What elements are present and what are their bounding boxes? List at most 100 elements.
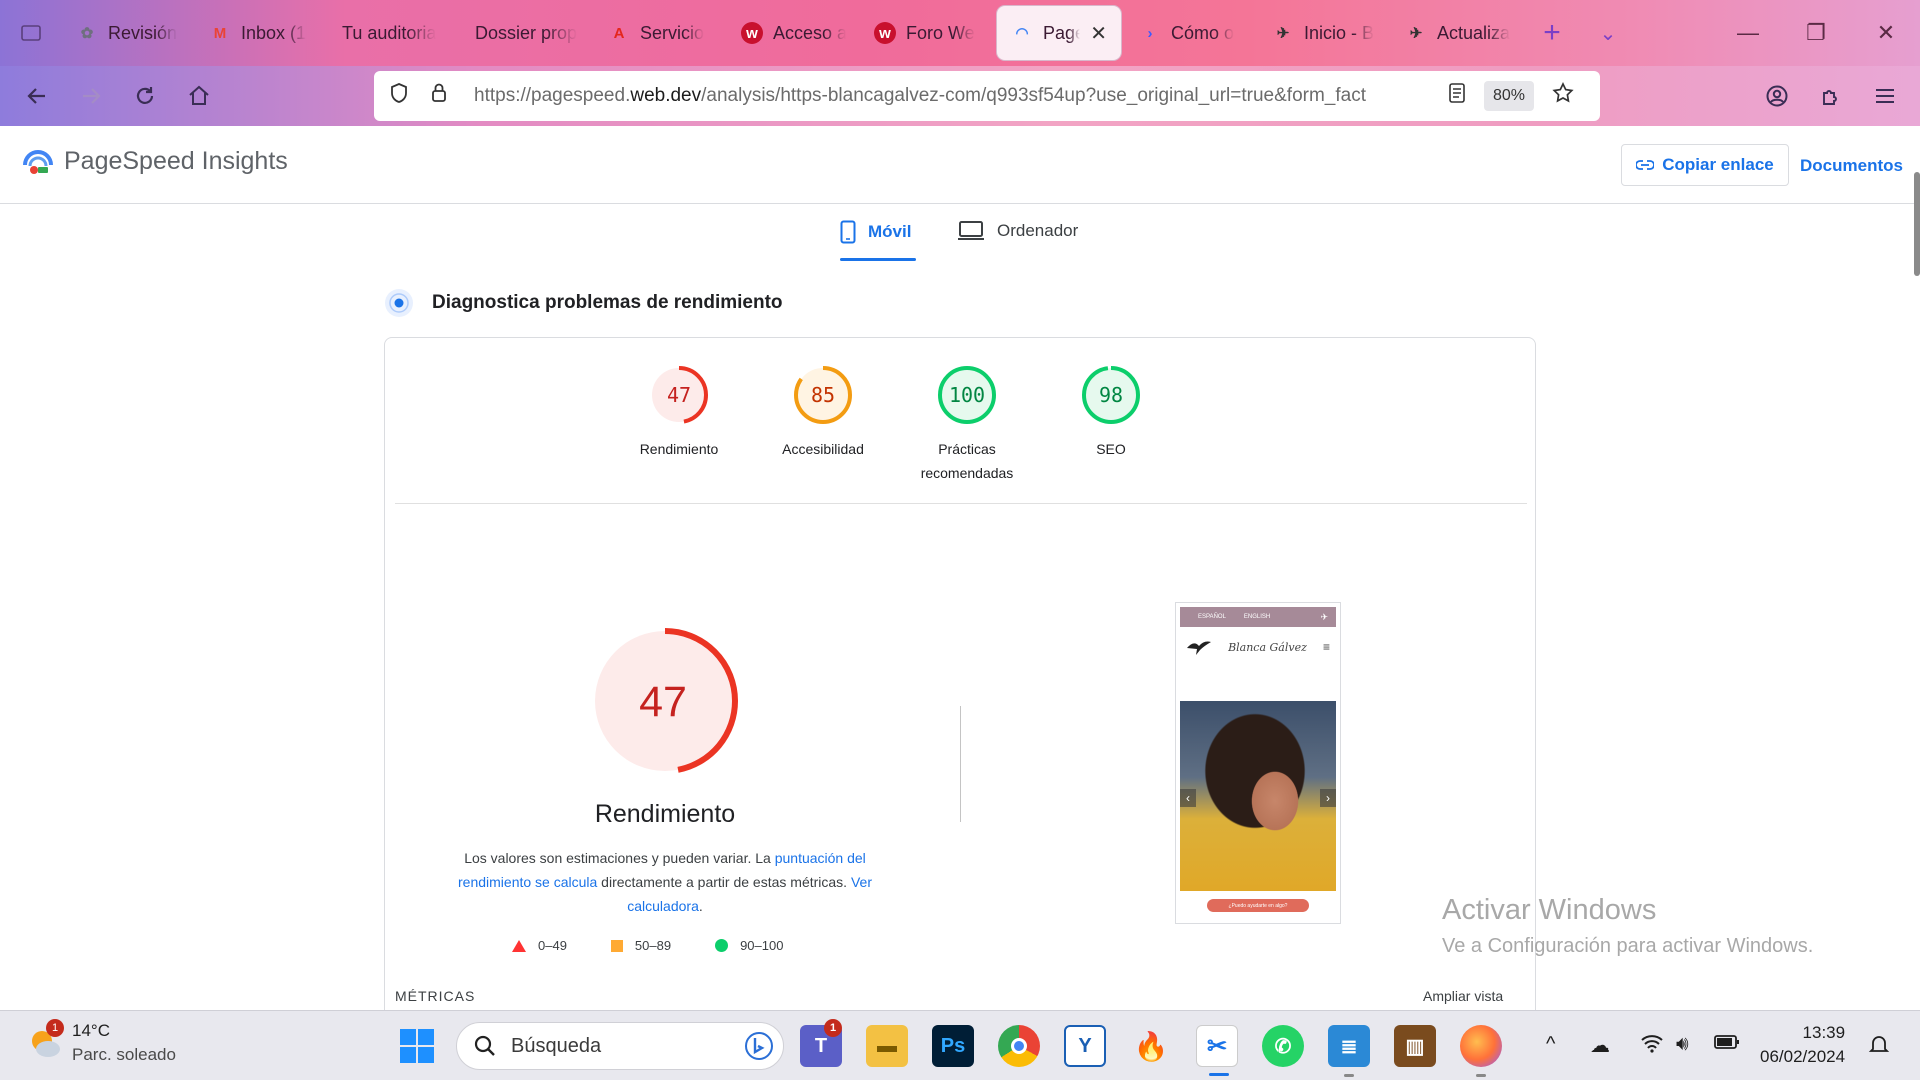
performance-score: 47 bbox=[639, 678, 687, 726]
navigation-toolbar: https://pagespeed.web.dev/analysis/https… bbox=[0, 66, 1920, 126]
bookmark-star-icon[interactable] bbox=[1550, 81, 1576, 111]
app-title: PageSpeed Insights bbox=[64, 146, 288, 175]
category-score-gauge[interactable]: 100 Prácticas recomendadas bbox=[892, 364, 1042, 485]
menu-button[interactable] bbox=[1858, 69, 1912, 123]
puzzle-icon bbox=[1823, 90, 1837, 105]
url-text[interactable]: https://pagespeed.web.dev/analysis/https… bbox=[474, 85, 1434, 107]
forward-button[interactable] bbox=[64, 69, 118, 123]
psi-logo[interactable]: PageSpeed Insights bbox=[22, 146, 288, 176]
report-card: 47 Rendimiento 85 Accesibilidad 100 Prácticas… bbox=[384, 337, 1536, 1057]
search-icon bbox=[474, 1035, 495, 1056]
tab-list-menu-button[interactable]: ⌄ bbox=[1580, 21, 1636, 46]
snipping-tool-icon[interactable]: ✂ bbox=[1196, 1025, 1238, 1076]
performance-gauge: 47 bbox=[590, 626, 740, 781]
lock-icon[interactable] bbox=[426, 82, 452, 110]
bird-icon: ✈ bbox=[1409, 25, 1423, 42]
home-icon bbox=[189, 85, 209, 105]
score-ring: 100 bbox=[938, 366, 996, 424]
url-prefix: https://pagespeed. bbox=[474, 85, 631, 106]
battery-icon[interactable] bbox=[1714, 1033, 1740, 1056]
notifications-icon[interactable] bbox=[1868, 1033, 1890, 1061]
docs-link[interactable]: Documentos bbox=[1800, 156, 1903, 176]
category-score-gauge[interactable]: 98 SEO bbox=[1036, 364, 1186, 461]
preview-menu-icon: ≡ bbox=[1322, 640, 1330, 654]
phone-icon bbox=[840, 220, 856, 244]
back-button[interactable] bbox=[10, 69, 64, 123]
preview-cta-button: ¿Puedo ayudarte en algo? bbox=[1207, 899, 1309, 912]
chrome-icon[interactable] bbox=[998, 1025, 1040, 1067]
expand-view-toggle[interactable]: Ampliar vista bbox=[1423, 988, 1503, 1004]
minimize-button[interactable]: — bbox=[1714, 0, 1782, 66]
browser-tab[interactable]: ◠ PageS ✕ bbox=[997, 6, 1121, 60]
weather-temperature: 14°C bbox=[72, 1021, 110, 1040]
page-scrollbar[interactable] bbox=[1914, 172, 1920, 276]
tab-desktop-label: Ordenador bbox=[997, 221, 1079, 240]
tab-mobile[interactable]: Móvil bbox=[840, 220, 911, 244]
new-tab-button[interactable]: + bbox=[1524, 16, 1580, 50]
search-placeholder: Búsqueda bbox=[511, 1034, 602, 1057]
browser-tab-title: Foro We bbox=[906, 22, 975, 43]
browser-tab[interactable]: A Servicio bbox=[594, 6, 727, 60]
firefox-icon[interactable] bbox=[1460, 1025, 1502, 1077]
category-score-gauge[interactable]: 47 Rendimiento bbox=[604, 364, 754, 461]
browser-tab[interactable]: Dossier prop bbox=[461, 6, 594, 60]
psi-header: PageSpeed Insights Copiar enlace Documen… bbox=[0, 126, 1920, 204]
browser-tab[interactable]: ✈ Inicio - B bbox=[1258, 6, 1391, 60]
file-explorer-icon[interactable]: ▬ bbox=[866, 1025, 908, 1067]
teams-app-icon[interactable]: T 1 bbox=[800, 1019, 842, 1067]
browser-tab[interactable]: Tu auditoria bbox=[328, 6, 461, 60]
tab-overview-button[interactable] bbox=[0, 0, 62, 66]
preview-bird-icon: ✈ bbox=[1320, 611, 1328, 622]
browser-tab[interactable]: w Acceso a bbox=[727, 6, 860, 60]
reader-view-icon[interactable] bbox=[1444, 82, 1470, 110]
running-indicator bbox=[1476, 1074, 1486, 1077]
category-score-gauge[interactable]: 85 Accesibilidad bbox=[748, 364, 898, 461]
browser-tab[interactable]: M Inbox (1 bbox=[195, 6, 328, 60]
close-tab-icon[interactable]: ✕ bbox=[1090, 21, 1107, 46]
fire-app-icon[interactable]: 🔥 bbox=[1130, 1025, 1172, 1067]
weather-icon: 1 bbox=[26, 1019, 64, 1061]
start-button[interactable] bbox=[396, 1025, 438, 1067]
system-clock[interactable]: 13:39 06/02/2024 bbox=[1760, 1021, 1845, 1069]
wifi-icon[interactable] bbox=[1640, 1033, 1664, 1059]
address-bar[interactable]: https://pagespeed.web.dev/analysis/https… bbox=[374, 71, 1600, 121]
account-button[interactable] bbox=[1750, 69, 1804, 123]
browser-tab[interactable]: ✈ Actualiza bbox=[1391, 6, 1524, 60]
score-value: 47 bbox=[667, 383, 691, 407]
volume-icon[interactable]: 🔊︎ bbox=[1676, 1033, 1689, 1056]
wix-icon: w bbox=[741, 22, 763, 44]
shield-icon[interactable] bbox=[386, 82, 412, 110]
weather-widget[interactable]: 1 14°C Parc. soleado bbox=[26, 1019, 176, 1065]
onedrive-icon[interactable]: ☁ bbox=[1590, 1033, 1610, 1058]
score-label: Rendimiento bbox=[639, 441, 719, 457]
tab-desktop[interactable]: Ordenador bbox=[957, 220, 1078, 242]
reload-button[interactable] bbox=[118, 69, 172, 123]
browser-tab[interactable]: ✿ Revisión bbox=[62, 6, 195, 60]
extensions-button[interactable] bbox=[1804, 69, 1858, 123]
metrics-heading: MÉTRICAS bbox=[395, 988, 476, 1004]
teams-badge: 1 bbox=[824, 1019, 842, 1037]
running-indicator bbox=[1344, 1074, 1354, 1077]
photoshop-icon[interactable]: Ps bbox=[932, 1025, 974, 1067]
restore-button[interactable]: ❐ bbox=[1782, 0, 1850, 66]
browser-tab[interactable]: › Cómo o bbox=[1125, 6, 1258, 60]
library-app-icon[interactable]: ▥ bbox=[1394, 1025, 1436, 1067]
home-button[interactable] bbox=[172, 69, 226, 123]
browser-tab-title: Servicio bbox=[640, 22, 705, 43]
desc-text-3: . bbox=[698, 898, 703, 914]
copy-link-button[interactable]: Copiar enlace bbox=[1621, 144, 1789, 186]
diagnose-icon bbox=[385, 289, 413, 317]
browser-tab-title: Tu auditoria bbox=[342, 22, 437, 43]
score-ring: 47 bbox=[650, 366, 708, 424]
zoom-level-button[interactable]: 80% bbox=[1484, 81, 1535, 111]
clock-time: 13:39 bbox=[1802, 1023, 1846, 1042]
browser-tab[interactable]: w Foro We bbox=[860, 6, 993, 60]
close-window-button[interactable]: ✕ bbox=[1852, 0, 1920, 66]
yoast-app-icon[interactable]: Y bbox=[1064, 1025, 1106, 1067]
performance-title: Rendimiento bbox=[594, 800, 736, 828]
preview-next-arrow-icon: › bbox=[1320, 789, 1336, 807]
whatsapp-icon[interactable]: ✆ bbox=[1262, 1025, 1304, 1067]
notepad-icon[interactable]: ≣ bbox=[1328, 1025, 1370, 1077]
show-hidden-icons-button[interactable]: ^ bbox=[1546, 1033, 1555, 1056]
taskbar-search[interactable]: Búsqueda bbox=[456, 1022, 784, 1070]
